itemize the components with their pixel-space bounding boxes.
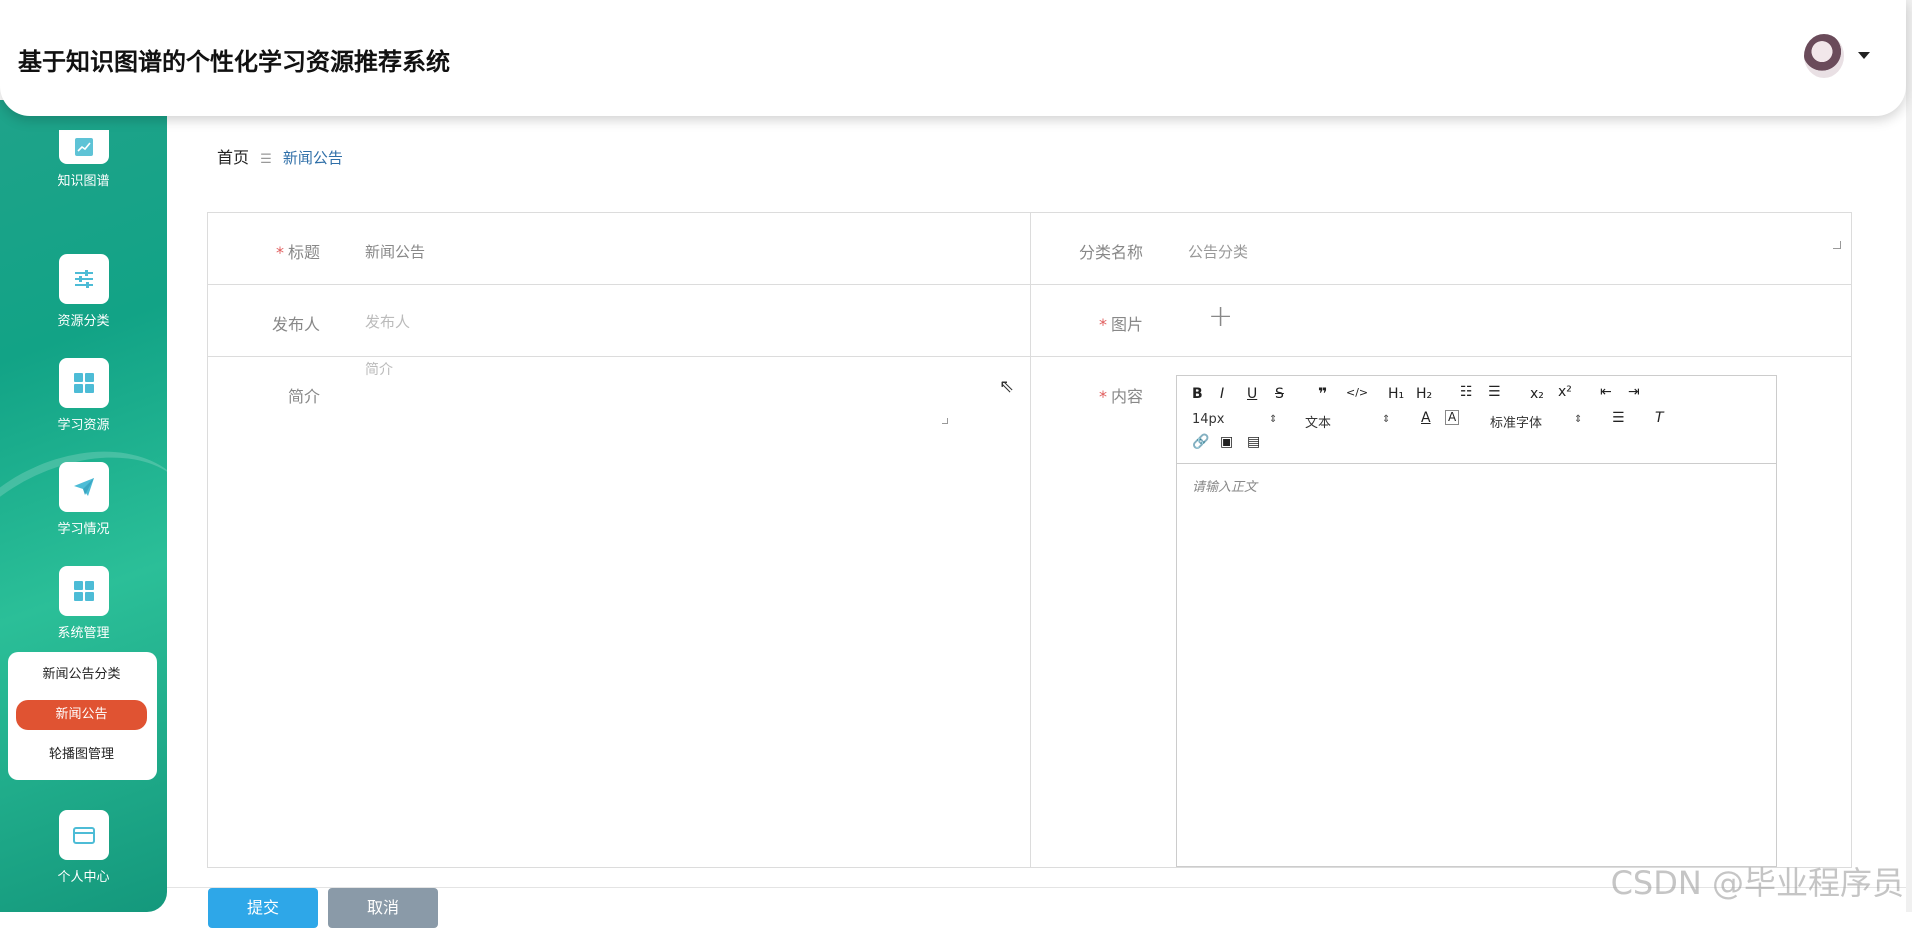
sidebar-item-knowledge-graph[interactable]: 知识图谱 (0, 130, 167, 189)
sidebar-item-learning-resources[interactable]: 学习资源 (0, 358, 167, 433)
content-label: * 内容 (1098, 387, 1143, 406)
submenu-item-news[interactable]: 新闻公告 (16, 700, 147, 730)
submit-button[interactable]: 提交 (208, 888, 318, 928)
sidebar-item-system-management[interactable]: 系统管理 (0, 566, 167, 641)
paper-plane-icon (58, 462, 109, 512)
video-icon[interactable]: ▤ (1247, 434, 1260, 450)
image-label: * 图片 (1098, 315, 1143, 334)
user-avatar[interactable] (1804, 34, 1844, 78)
chevron-down-icon[interactable] (1858, 52, 1870, 59)
outdent-icon[interactable]: ⇤ (1600, 384, 1612, 400)
breadcrumb-home[interactable]: 首页 (217, 148, 249, 167)
background-color-icon[interactable]: A (1445, 410, 1460, 425)
heading-1-icon[interactable]: H₁ (1388, 386, 1404, 402)
quote-icon[interactable]: ❞ (1318, 384, 1327, 403)
select-arrows-icon: ⇕ (1382, 414, 1391, 425)
italic-icon[interactable]: I (1220, 386, 1224, 402)
select-arrows-icon: ⇕ (1269, 414, 1278, 425)
publisher-label: 发布人 (271, 315, 320, 334)
underline-icon[interactable]: U (1247, 386, 1257, 402)
sidebar-item-label: 知识图谱 (57, 174, 110, 189)
category-label: 分类名称 (1078, 243, 1143, 262)
title-input[interactable]: 新闻公告 (365, 241, 425, 262)
sidebar-item-label: 学习资源 (57, 418, 110, 433)
sliders-icon (58, 254, 109, 304)
chart-line-icon (58, 130, 109, 164)
sidebar-item-resource-category[interactable]: 资源分类 (0, 254, 167, 329)
grid-icon (58, 566, 109, 616)
font-color-icon[interactable]: A (1421, 410, 1431, 426)
mouse-cursor-icon: ⇖ (999, 376, 1015, 397)
textarea-resize-icon[interactable] (942, 418, 948, 424)
breadcrumb: 首页 ☰ 新闻公告 (217, 144, 343, 168)
editor-toolbar: B I U S ❞ </> H₁ H₂ ☷ ☰ x₂ x² ⇤ ⇥ 14px ⇕… (1177, 376, 1776, 464)
category-select[interactable]: 公告分类 (1188, 241, 1248, 262)
wallet-icon (58, 810, 109, 860)
sidebar-item-personal-center[interactable]: 个人中心 (0, 810, 167, 885)
text-style-select[interactable]: 文本 (1305, 412, 1331, 431)
image-icon[interactable]: ▣ (1220, 434, 1233, 450)
top-header: 基于知识图谱的个性化学习资源推荐系统 (0, 0, 1906, 116)
editor-placeholder: 请输入正文 (1192, 480, 1258, 495)
breadcrumb-current: 新闻公告 (282, 149, 343, 167)
upload-plus-icon[interactable]: + (1208, 299, 1233, 334)
breadcrumb-separator-icon: ☰ (260, 152, 272, 167)
title-label: * 标题 (275, 243, 320, 262)
grid-icon (58, 358, 109, 408)
cancel-button[interactable]: 取消 (328, 888, 438, 928)
form-divider (1030, 213, 1031, 867)
scrollbar[interactable] (1906, 0, 1912, 912)
sidebar-item-label: 个人中心 (57, 870, 110, 885)
link-icon[interactable]: 🔗 (1192, 434, 1209, 450)
select-arrows-icon: ⇕ (1574, 414, 1583, 425)
form-divider (208, 356, 1851, 357)
sidebar-item-learning-status[interactable]: 学习情况 (0, 462, 167, 537)
bold-icon[interactable]: B (1192, 386, 1203, 402)
submenu-item-news-category[interactable]: 新闻公告分类 (16, 660, 147, 690)
select-arrow-icon[interactable] (1833, 241, 1841, 249)
sidebar-item-label: 资源分类 (57, 314, 110, 329)
subscript-icon[interactable]: x₂ (1530, 386, 1544, 402)
indent-icon[interactable]: ⇥ (1628, 384, 1640, 400)
sidebar-item-label: 学习情况 (57, 522, 110, 537)
submenu-item-carousel[interactable]: 轮播图管理 (16, 740, 147, 770)
superscript-icon[interactable]: x² (1558, 384, 1572, 400)
ordered-list-icon[interactable]: ☷ (1460, 384, 1473, 400)
code-icon[interactable]: </> (1346, 386, 1368, 399)
align-icon[interactable]: ☰ (1612, 410, 1625, 426)
bullet-list-icon[interactable]: ☰ (1488, 384, 1501, 400)
font-family-select[interactable]: 标准字体 (1490, 412, 1542, 431)
rich-text-editor[interactable]: B I U S ❞ </> H₁ H₂ ☷ ☰ x₂ x² ⇤ ⇥ 14px ⇕… (1176, 375, 1777, 867)
form-divider (208, 284, 1851, 285)
intro-label: 简介 (287, 387, 320, 406)
sidebar-decoration (0, 413, 167, 687)
sidebar: 知识图谱 资源分类 学习资源 学习情况 系统管理 新闻公告分类 新闻公告 轮播图… (0, 100, 167, 912)
app-title: 基于知识图谱的个性化学习资源推荐系统 (18, 48, 450, 76)
system-management-submenu: 新闻公告分类 新闻公告 轮播图管理 (8, 652, 157, 780)
sidebar-item-label: 系统管理 (57, 626, 110, 641)
clear-format-icon[interactable]: T (1655, 410, 1664, 426)
intro-textarea[interactable]: 简介 (365, 359, 393, 379)
heading-2-icon[interactable]: H₂ (1416, 386, 1432, 402)
font-size-select[interactable]: 14px (1192, 412, 1225, 427)
watermark: CSDN @毕业程序员 (1610, 864, 1904, 902)
publisher-input[interactable]: 发布人 (365, 311, 410, 332)
strikethrough-icon[interactable]: S (1275, 386, 1284, 402)
